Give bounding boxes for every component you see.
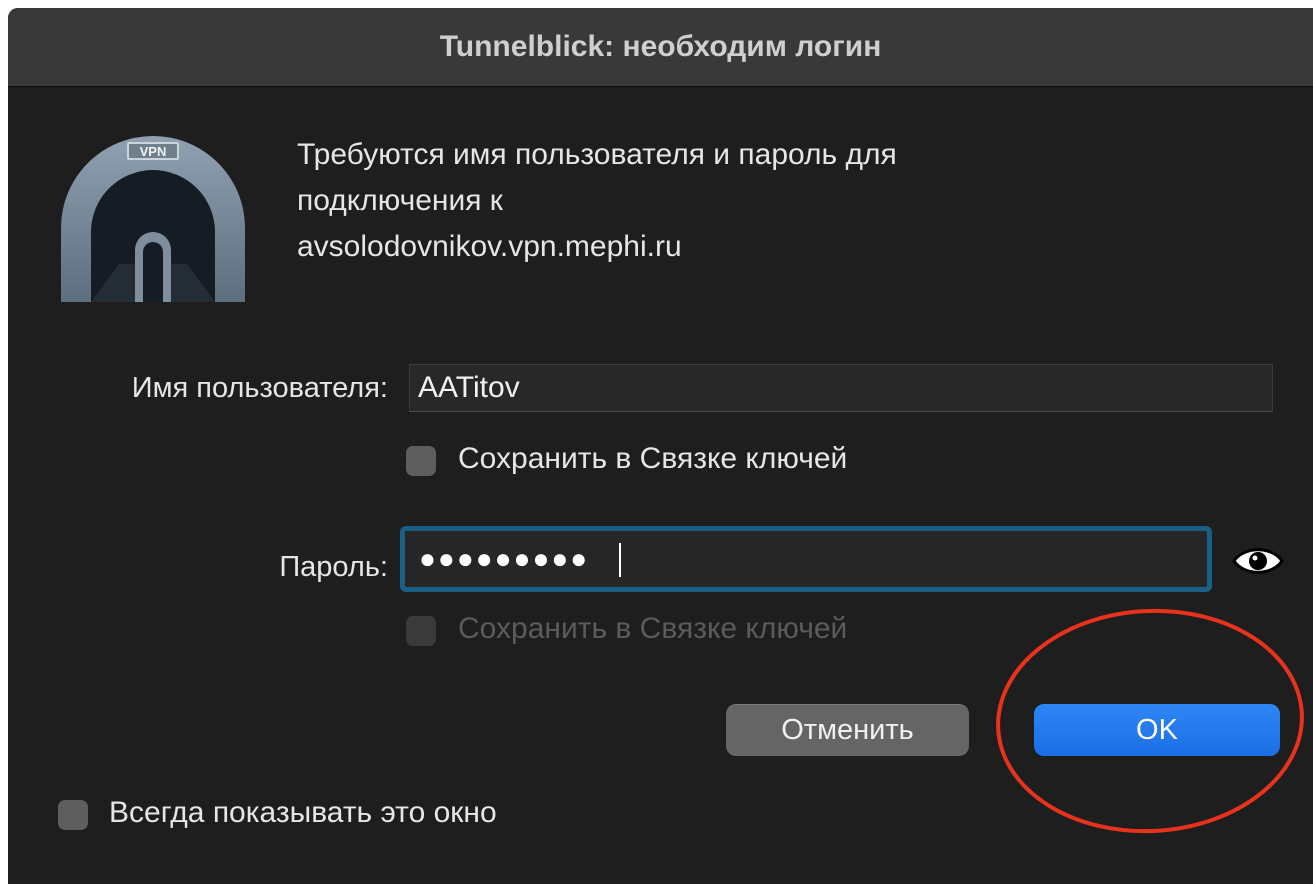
always-show-checkbox[interactable] [58, 800, 88, 830]
eye-icon[interactable] [1232, 544, 1284, 578]
password-keychain-label: Сохранить в Связке ключей [458, 612, 848, 645]
login-dialog: Tunnelblick: необходим логин VPN Требуют… [8, 8, 1313, 884]
cancel-button[interactable]: Отменить [726, 704, 969, 756]
always-show-label[interactable]: Всегда показывать это окно [109, 796, 497, 830]
username-keychain-label[interactable]: Сохранить в Связке ключей [458, 442, 847, 476]
message-line-1: Требуются имя пользователя и пароль для [297, 138, 897, 171]
username-keychain-checkbox[interactable] [406, 446, 436, 476]
vpn-badge-text: VPN [140, 144, 167, 159]
username-input[interactable] [409, 364, 1273, 412]
password-label: Пароль: [279, 551, 388, 583]
ok-button[interactable]: OK [1034, 704, 1280, 756]
vpn-tunnel-icon: VPN [61, 136, 245, 302]
password-masked-value: ●●●●●●●●● [419, 543, 590, 574]
title-bar[interactable]: Tunnelblick: необходим логин [8, 8, 1313, 87]
login-message: Требуются имя пользователя и пароль для … [297, 132, 1017, 270]
password-input[interactable]: ●●●●●●●●● [400, 526, 1212, 592]
password-keychain-checkbox [406, 616, 436, 646]
message-line-3: avsolodovnikov.vpn.mephi.ru [297, 230, 682, 263]
window-title: Tunnelblick: необходим логин [439, 30, 882, 63]
username-label: Имя пользователя: [131, 372, 388, 404]
message-line-2: подключения к [297, 184, 503, 217]
text-caret [619, 543, 621, 577]
